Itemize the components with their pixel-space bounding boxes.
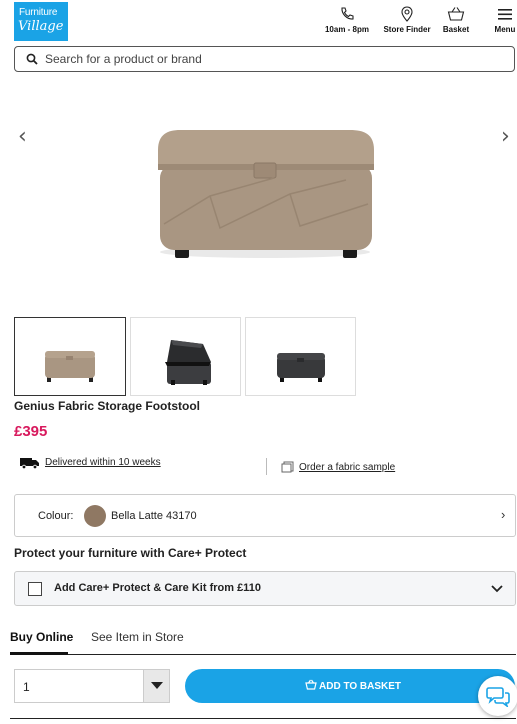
gallery-prev-arrow[interactable]: ‹ bbox=[18, 124, 27, 149]
thumbnail-open-storage-image bbox=[165, 340, 211, 385]
basket-link[interactable]: Basket bbox=[438, 6, 474, 34]
active-tab-indicator bbox=[10, 652, 68, 655]
search-bar[interactable] bbox=[14, 46, 515, 72]
triangle-down-icon bbox=[151, 682, 163, 689]
add-to-basket-label: ADD TO BASKET bbox=[319, 681, 402, 692]
location-pin-icon bbox=[401, 6, 413, 22]
tab-see-in-store[interactable]: See Item in Store bbox=[91, 630, 184, 644]
fabric-sample-text: Order a fabric sample bbox=[299, 462, 396, 473]
opening-hours-label: 10am - 8pm bbox=[324, 25, 370, 34]
colour-name: Bella Latte 43170 bbox=[111, 510, 197, 522]
search-input[interactable] bbox=[45, 50, 505, 68]
product-price: £395 bbox=[14, 423, 48, 440]
delivery-text: Delivered within 10 weeks bbox=[45, 457, 161, 468]
thumbnail-1[interactable] bbox=[14, 317, 126, 396]
basket-label: Basket bbox=[442, 25, 470, 34]
chat-widget-button[interactable] bbox=[478, 676, 517, 716]
opening-hours-link[interactable]: 10am - 8pm bbox=[320, 6, 374, 34]
tab-buy-online[interactable]: Buy Online bbox=[10, 630, 73, 644]
main-product-image bbox=[158, 130, 374, 258]
search-icon bbox=[26, 53, 38, 65]
thumbnail-dark-footstool-image bbox=[277, 353, 325, 382]
hamburger-menu-icon bbox=[498, 9, 512, 20]
section-divider bbox=[10, 718, 516, 719]
basket-icon bbox=[305, 679, 317, 690]
furniture-village-logo[interactable]: Furniture Village bbox=[14, 2, 68, 41]
thumbnail-beige-footstool-image bbox=[45, 351, 95, 382]
colour-label: Colour: bbox=[38, 510, 74, 522]
chevron-down-icon[interactable] bbox=[490, 584, 504, 593]
site-header: Furniture Village 10am - 8pm Store Finde… bbox=[0, 0, 517, 44]
care-protect-option[interactable]: Add Care+ Protect & Care Kit from £110 bbox=[14, 571, 516, 606]
care-protect-label: Add Care+ Protect & Care Kit from £110 bbox=[54, 582, 261, 594]
care-protect-heading: Protect your furniture with Care+ Protec… bbox=[14, 546, 247, 560]
logo-line1: Furniture bbox=[19, 7, 58, 18]
menu-label: Menu bbox=[494, 25, 516, 34]
store-finder-link[interactable]: Store Finder bbox=[378, 6, 436, 34]
phone-icon bbox=[341, 7, 354, 20]
info-divider bbox=[266, 458, 267, 475]
colour-swatch bbox=[84, 505, 106, 527]
logo-line2: Village bbox=[18, 19, 64, 34]
colour-selector[interactable]: Colour: Bella Latte 43170 › bbox=[14, 494, 516, 537]
product-title: Genius Fabric Storage Footstool bbox=[14, 399, 201, 413]
menu-button[interactable]: Menu bbox=[488, 6, 517, 34]
store-finder-label: Store Finder bbox=[383, 25, 431, 34]
chat-bubbles-icon bbox=[486, 687, 510, 707]
fabric-swatch-icon bbox=[281, 461, 294, 473]
care-protect-checkbox[interactable] bbox=[28, 582, 42, 596]
delivery-truck-icon bbox=[20, 458, 39, 469]
add-to-basket-button[interactable]: ADD TO BASKET bbox=[185, 669, 515, 703]
quantity-select[interactable]: 1 bbox=[14, 669, 170, 703]
basket-icon bbox=[447, 7, 465, 21]
quantity-dropdown-toggle[interactable] bbox=[143, 670, 169, 702]
chevron-right-icon: › bbox=[501, 507, 506, 522]
quantity-value: 1 bbox=[23, 680, 30, 694]
tabs-divider bbox=[10, 654, 516, 655]
thumbnail-3[interactable] bbox=[245, 317, 356, 396]
thumbnail-2[interactable] bbox=[130, 317, 241, 396]
gallery-next-arrow[interactable]: › bbox=[501, 124, 510, 149]
